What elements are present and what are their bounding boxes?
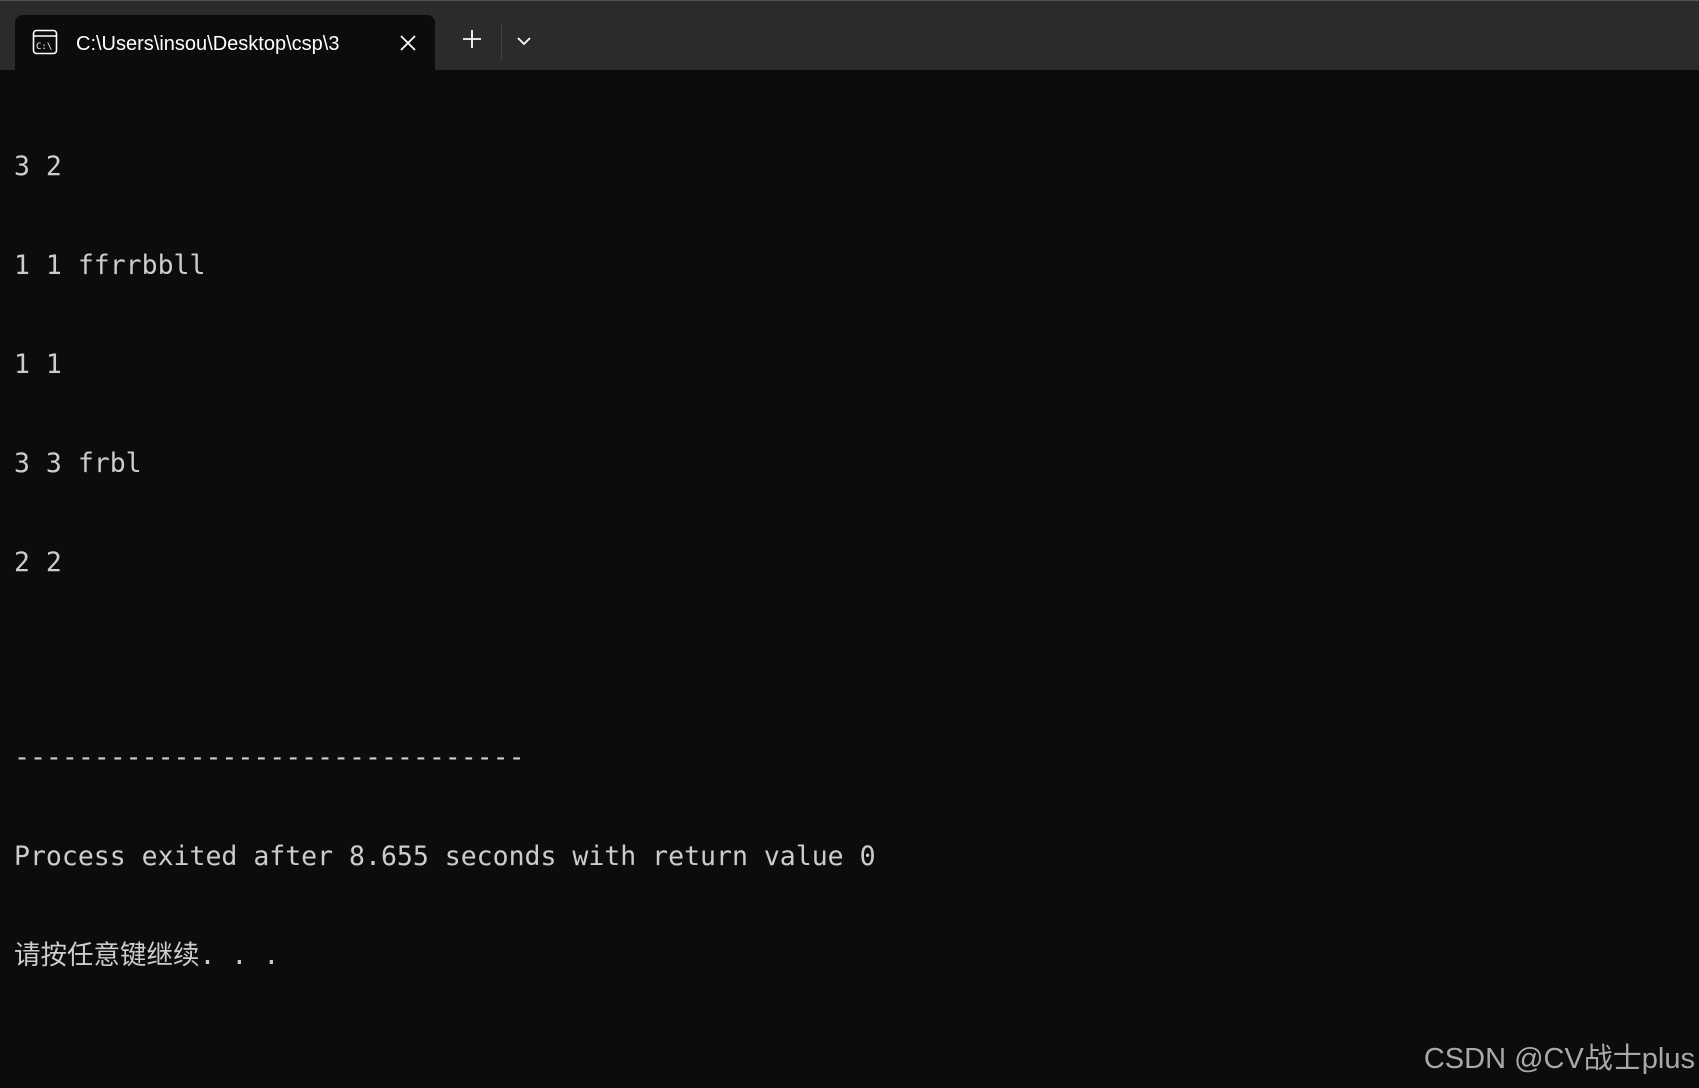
watermark: CSDN @CV战士plus [1423, 1043, 1695, 1075]
tab-title: C:\Users\insou\Desktop\csp\3 [76, 33, 340, 55]
console-line: 1 1 ffrrbbll [14, 250, 206, 281]
console-line: 1 1 [14, 349, 62, 380]
terminal-window: C:\ C:\Users\insou\Desktop\csp\3 3 2 1 1… [0, 0, 1699, 1088]
console-line: 3 2 [14, 151, 62, 182]
tab-console[interactable]: C:\ C:\Users\insou\Desktop\csp\3 [15, 15, 435, 71]
title-bar: C:\ C:\Users\insou\Desktop\csp\3 [0, 0, 1699, 71]
exit-status-line: Process exited after 8.655 seconds with … [14, 841, 876, 872]
close-icon[interactable] [397, 32, 419, 54]
console-output[interactable]: 3 2 1 1 ffrrbbll 1 1 3 3 frbl 2 2 ------… [14, 84, 1684, 1074]
console-icon: C:\ [32, 29, 58, 55]
plus-icon[interactable] [458, 25, 486, 53]
press-any-key-prompt: 请按任意键继续. . . [14, 940, 280, 971]
console-line: 2 2 [14, 547, 62, 578]
chevron-down-icon[interactable] [512, 29, 536, 53]
separator-line: -------------------------------- [14, 742, 525, 773]
svg-text:C:\: C:\ [36, 42, 52, 52]
console-line: 3 3 frbl [14, 448, 142, 479]
tab-divider [501, 23, 502, 59]
